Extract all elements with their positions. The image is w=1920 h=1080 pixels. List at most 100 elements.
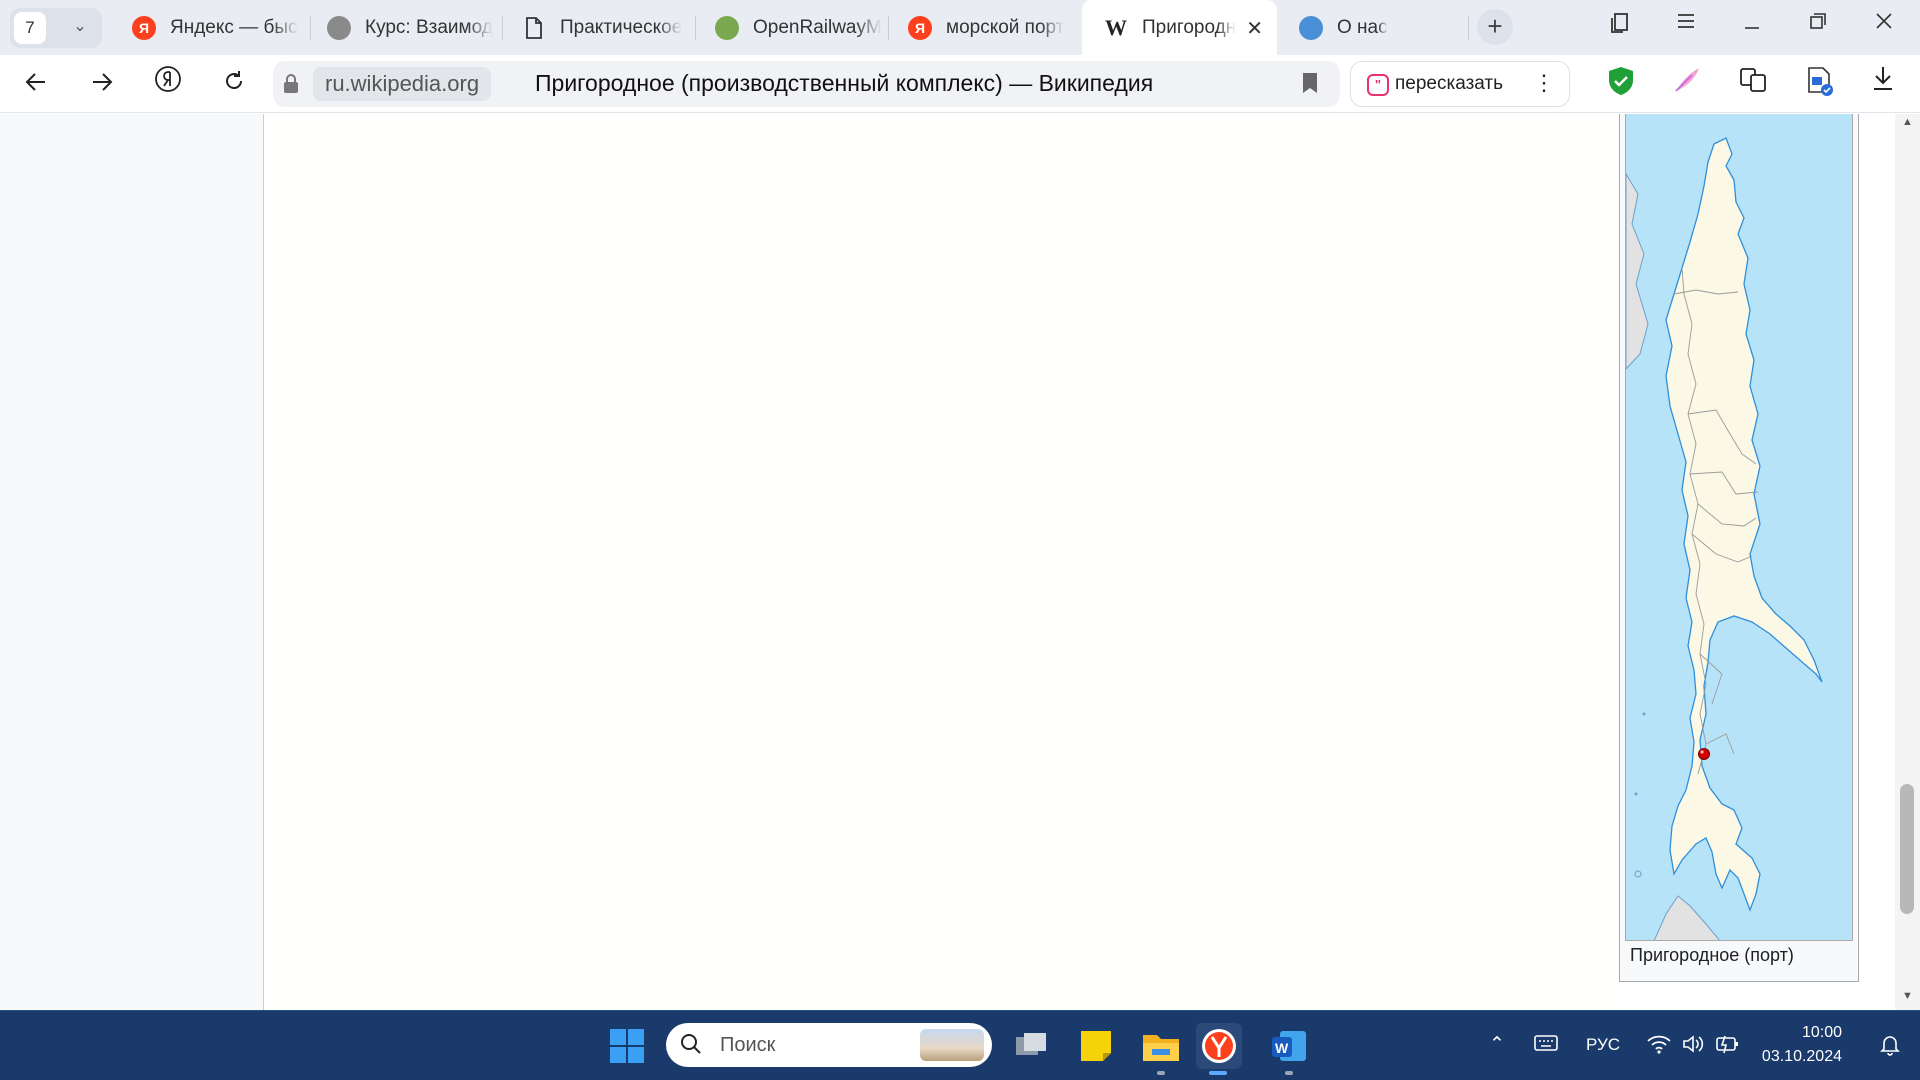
tab-strip: 7 ⌄ Я Яндекс — быс Курс: Взаимод Практич… xyxy=(0,0,1920,55)
clock[interactable]: 10:00 03.10.2024 xyxy=(1760,1021,1842,1069)
retell-button[interactable]: " пересказать ⋮ xyxy=(1350,61,1570,107)
back-button[interactable] xyxy=(16,65,56,105)
downloads-button[interactable] xyxy=(1864,65,1902,103)
shield-check-icon xyxy=(1609,67,1633,95)
keyboard-icon xyxy=(1534,1035,1558,1051)
word-button[interactable]: W xyxy=(1266,1023,1312,1069)
battery-charging-icon[interactable] xyxy=(1714,1033,1742,1059)
address-bar[interactable]: ru.wikipedia.org Пригородное (производст… xyxy=(273,61,1340,107)
translate-icon xyxy=(1740,68,1766,92)
scroll-up-arrow-icon[interactable]: ▲ xyxy=(1895,116,1920,136)
clock-time: 10:00 xyxy=(1801,1024,1842,1041)
volume-icon[interactable] xyxy=(1679,1033,1707,1059)
taskbar-search[interactable]: Поиск xyxy=(666,1023,992,1067)
document-icon xyxy=(522,16,546,40)
menu-icon xyxy=(1678,14,1694,28)
sticky-notes-button[interactable] xyxy=(1073,1023,1119,1069)
file-explorer-button[interactable] xyxy=(1138,1023,1184,1069)
vertical-scrollbar[interactable]: ▲ ▼ xyxy=(1895,114,1920,1010)
wikipedia-icon: W xyxy=(1105,14,1127,40)
minimize-button[interactable] xyxy=(1732,12,1772,42)
infobox: Пригородное (порт) xyxy=(1619,114,1859,982)
more-vertical-icon[interactable]: ⋮ xyxy=(1533,70,1555,96)
yandex-browser-button[interactable] xyxy=(1196,1023,1242,1069)
tab-title: Пригородн xyxy=(1142,16,1237,38)
bookmarks-panel-icon xyxy=(1611,13,1628,33)
restore-icon xyxy=(1810,13,1826,29)
reload-button[interactable] xyxy=(214,65,254,105)
tab-openrailwaymap[interactable]: OpenRailwayM xyxy=(693,0,888,55)
windows-taskbar: Поиск W ⌃ РУС 10:00 03.10.2024 xyxy=(0,1010,1920,1080)
tab-sea-port[interactable]: Я морской порт xyxy=(886,0,1082,55)
lock-icon xyxy=(284,74,298,93)
search-icon xyxy=(681,1034,701,1054)
feather-pen-icon xyxy=(1675,68,1699,92)
location-map[interactable] xyxy=(1625,114,1853,941)
menu-button[interactable] xyxy=(1666,12,1706,42)
hokkaido-landmass xyxy=(1653,895,1720,940)
map-caption: Пригородное (порт) xyxy=(1630,945,1794,965)
search-placeholder: Поиск xyxy=(720,1034,776,1056)
yandex-browser-icon xyxy=(1202,1029,1236,1063)
close-tab-icon[interactable]: ✕ xyxy=(1246,16,1263,41)
tab-title: Курс: Взаимод xyxy=(365,16,493,38)
input-language-indicator[interactable]: РУС xyxy=(1586,1035,1620,1055)
start-button[interactable] xyxy=(604,1023,650,1069)
tab-prigorodnoye-active[interactable]: W Пригородн ✕ xyxy=(1082,0,1277,55)
scrollbar-thumb[interactable] xyxy=(1900,784,1914,914)
pen-extension-button[interactable] xyxy=(1668,65,1706,103)
document-check-extension-button[interactable] xyxy=(1800,65,1838,103)
wifi-icon[interactable] xyxy=(1645,1033,1673,1059)
domain-chip[interactable]: ru.wikipedia.org xyxy=(313,67,492,101)
course-icon xyxy=(327,15,351,40)
task-view-icon xyxy=(1016,1033,1046,1055)
sakhalin-map-svg xyxy=(1626,137,1823,940)
arrow-left-icon xyxy=(25,73,45,91)
yandex-home-button[interactable] xyxy=(148,65,188,105)
forward-button[interactable] xyxy=(82,65,122,105)
globe-icon xyxy=(1299,15,1323,40)
translate-extension-button[interactable] xyxy=(1734,65,1772,103)
left-sidebar-area xyxy=(0,114,264,1010)
tab-title: Практическое xyxy=(560,16,683,38)
tab-course[interactable]: Курс: Взаимод xyxy=(305,0,502,55)
quote-icon: " xyxy=(1367,74,1389,96)
running-app-indicator xyxy=(1157,1071,1165,1075)
navigation-bar: ru.wikipedia.org Пригородное (производст… xyxy=(0,55,1920,113)
tab-list-dropdown-button[interactable]: ⌄ xyxy=(62,16,98,40)
new-tab-button[interactable]: + xyxy=(1477,9,1513,45)
tab-practical[interactable]: Практическое xyxy=(500,0,695,55)
page-viewport: Пригородное (порт) ▲ ▼ xyxy=(0,114,1920,1010)
touch-keyboard-button[interactable] xyxy=(1532,1033,1560,1059)
article-body xyxy=(265,114,1620,1010)
protect-extension-button[interactable] xyxy=(1602,65,1640,103)
bookmark-icon[interactable] xyxy=(1302,72,1318,94)
retell-label: пересказать xyxy=(1395,73,1504,94)
minimize-icon xyxy=(1745,27,1759,29)
show-hidden-icons-chevron-up-icon[interactable]: ⌃ xyxy=(1483,1033,1511,1059)
bookmarks-panel-button[interactable] xyxy=(1600,12,1640,42)
notifications-icon[interactable] xyxy=(1876,1033,1904,1059)
restore-button[interactable] xyxy=(1798,12,1838,42)
reload-icon xyxy=(226,71,242,89)
svg-text:W: W xyxy=(1275,1040,1289,1056)
folder-icon xyxy=(1143,1035,1179,1061)
location-marker-icon xyxy=(1698,748,1710,760)
scroll-down-arrow-icon[interactable]: ▼ xyxy=(1895,990,1920,1010)
task-view-button[interactable] xyxy=(1008,1023,1054,1069)
download-icon xyxy=(1874,67,1892,90)
openrailwaymap-icon xyxy=(715,15,739,40)
tab-yandex-search[interactable]: Я Яндекс — быс xyxy=(110,0,310,55)
tab-title: Яндекс — быс xyxy=(170,16,298,38)
address-page-title[interactable]: Пригородное (производственный комплекс) … xyxy=(535,70,1153,97)
sticky-notes-icon xyxy=(1081,1031,1111,1061)
tab-title: О нас xyxy=(1337,16,1388,38)
document-check-icon xyxy=(1808,67,1833,96)
yandex-logo-icon xyxy=(155,66,181,92)
chevron-down-icon: ⌄ xyxy=(73,18,87,35)
tab-about-us[interactable]: О нас xyxy=(1277,0,1467,55)
running-app-indicator xyxy=(1285,1071,1293,1075)
tab-count-button[interactable]: 7 xyxy=(14,12,46,44)
tab-counter-group: 7 ⌄ xyxy=(10,8,102,48)
close-window-button[interactable] xyxy=(1864,12,1904,42)
